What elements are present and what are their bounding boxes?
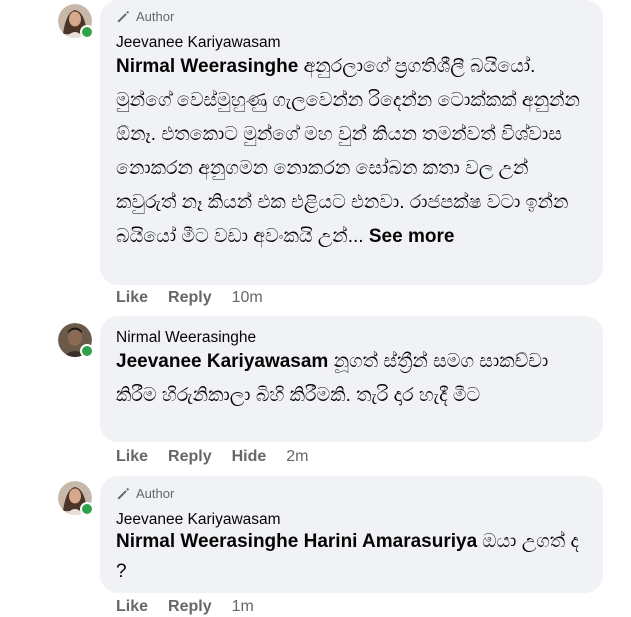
comment-bubble: Author Jeevanee Kariyawasam Nirmal Weera… [100,0,603,285]
comment-timestamp[interactable]: 2m [286,448,308,466]
comment-timestamp[interactable]: 1m [232,598,254,616]
comment-text: Nirmal Weerasinghe Harini Amarasuriya ඔය… [116,527,589,587]
mention-link[interactable]: Nirmal Weerasinghe [116,56,298,77]
mention-link[interactable]: Nirmal Weerasinghe Harini Amarasuriya [116,531,477,552]
avatar[interactable] [58,4,94,39]
comment-actions: Like Reply Hide 2m [116,448,329,466]
reply-button[interactable]: Reply [168,448,212,466]
pencil-icon [117,10,130,23]
comment-actions: Like Reply 1m [116,598,274,616]
author-badge: Author [116,486,174,501]
online-dot-icon [80,344,94,358]
avatar[interactable] [58,481,94,516]
hide-button[interactable]: Hide [232,448,267,466]
like-button[interactable]: Like [116,448,148,466]
comment-bubble: Author Jeevanee Kariyawasam Nirmal Weera… [100,476,603,593]
comment-text: Nirmal Weerasinghe අනුරලාගේ ප්‍රගතිශීලී … [116,50,589,254]
reply-button[interactable]: Reply [168,598,212,616]
author-badge: Author [116,9,174,24]
like-button[interactable]: Like [116,289,148,307]
comment-body: අනුරලාගේ ප්‍රගතිශීලී බයියෝ. මුන්ගේ වෙස්ම… [116,56,580,247]
author-badge-label: Author [136,486,175,501]
reply-button[interactable]: Reply [168,289,212,307]
comment-actions: Like Reply 10m [116,289,283,307]
online-dot-icon [80,25,94,39]
comment-timestamp[interactable]: 10m [232,289,263,307]
pencil-icon [117,487,130,500]
mention-link[interactable]: Jeevanee Kariyawasam [116,351,328,372]
comment-text: Jeevanee Kariyawasam නූගත් ස්ත්‍රීන් සමග… [116,345,589,413]
see-more-link[interactable]: See more [369,226,455,247]
online-dot-icon [80,502,94,516]
comment-bubble: Nirmal Weerasinghe Jeevanee Kariyawasam … [100,316,603,442]
avatar[interactable] [58,323,94,358]
like-button[interactable]: Like [116,598,148,616]
author-badge-label: Author [136,9,175,24]
